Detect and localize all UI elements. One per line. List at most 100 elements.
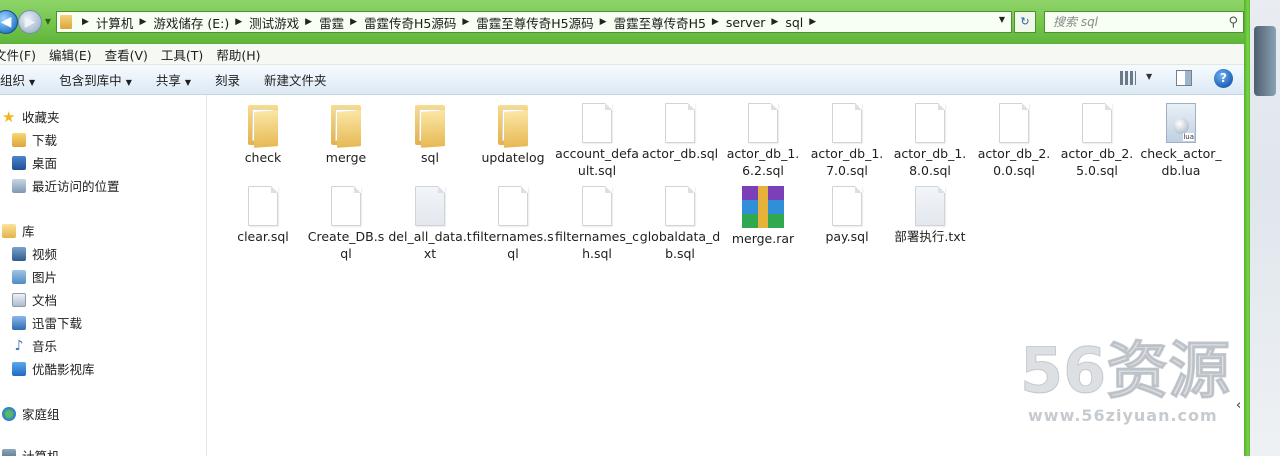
file-item[interactable]: filternames.sql [471, 186, 555, 262]
new-folder-button[interactable]: 新建文件夹 [264, 70, 327, 89]
file-name: actor_db_2.0.0.sql [977, 146, 1051, 178]
file-name: merge [325, 150, 367, 165]
address-history-dropdown[interactable]: ▼ [999, 15, 1005, 24]
breadcrumb-computer[interactable]: 计算机 ▶ [96, 13, 153, 32]
file-item[interactable]: updatelog [471, 103, 555, 166]
nav-homegroup[interactable]: 家庭组 [2, 404, 60, 423]
file-item[interactable]: actor_db_1.7.0.sql [805, 103, 889, 179]
thunder-download-icon [12, 315, 26, 330]
nav-computer[interactable]: 计算机 [2, 446, 60, 456]
document-library-icon [12, 292, 26, 307]
file-name: filternames.sql [472, 229, 554, 261]
sql-file-icon [665, 103, 695, 143]
file-item[interactable]: sql [388, 103, 472, 166]
back-button[interactable]: ◀ [0, 10, 18, 34]
desktop-icon [12, 155, 26, 170]
text-file-icon [415, 186, 445, 226]
file-item[interactable]: 部署执行.txt [888, 186, 972, 245]
nav-music[interactable]: ♪ 音乐 [12, 336, 57, 355]
file-item[interactable]: account_default.sql [555, 103, 639, 179]
file-item[interactable]: filternames_ch.sql [555, 186, 639, 262]
search-placeholder: 搜索 sql [1053, 15, 1099, 29]
address-bar[interactable]: ▶ 计算机 ▶ 游戏储存 (E:) ▶ 测试游戏 ▶ 雷霆 ▶ 雷霆传奇H5源码 ▶ 雷霆… [56, 11, 1012, 33]
organize-button[interactable]: 组织 ▼ [0, 70, 35, 89]
sql-file-icon [915, 103, 945, 143]
file-name: clear.sql [237, 229, 289, 244]
file-item[interactable]: actor_db_1.8.0.sql [888, 103, 972, 179]
view-options-dropdown[interactable]: ▼ [1146, 72, 1152, 81]
breadcrumb-separator[interactable]: ▶ [76, 17, 96, 27]
sql-file-icon [582, 186, 612, 226]
file-item[interactable]: clear.sql [221, 186, 305, 245]
taskbar-thumbnail [1254, 26, 1276, 96]
file-item[interactable]: Create_DB.sql [304, 186, 388, 262]
file-item[interactable]: actor_db_2.0.0.sql [972, 103, 1056, 179]
file-item[interactable]: globaldata_db.sql [638, 186, 722, 262]
menu-help[interactable]: 帮助(H) [216, 45, 260, 64]
forward-button[interactable]: ▶ [18, 10, 42, 34]
nav-favorites[interactable]: ★ 收藏夹 [2, 107, 60, 126]
search-input[interactable]: 搜索 sql ⚲ [1044, 11, 1244, 33]
sql-file-icon [582, 103, 612, 143]
preview-pane-icon[interactable] [1176, 70, 1192, 86]
menu-tools[interactable]: 工具(T) [161, 45, 203, 64]
command-bar: 组织 ▼ 包含到库中 ▼ 共享 ▼ 刻录 新建文件夹 ▼ ? [0, 65, 1250, 95]
help-icon[interactable]: ? [1214, 69, 1233, 88]
breadcrumb-server[interactable]: server ▶ [726, 15, 786, 30]
file-item[interactable]: actor_db_1.6.2.sql [721, 103, 805, 179]
menu-file[interactable]: 文件(F) [0, 45, 36, 64]
file-name: pay.sql [825, 229, 869, 244]
breadcrumb-h5-source[interactable]: 雷霆传奇H5源码 ▶ [364, 13, 476, 32]
star-icon: ★ [2, 107, 16, 126]
folder-icon [415, 103, 445, 148]
nav-downloads[interactable]: 下载 [12, 130, 57, 149]
view-options-icon[interactable] [1120, 71, 1136, 85]
breadcrumb-zhizun-source[interactable]: 雷霆至尊传奇H5源码 ▶ [476, 13, 613, 32]
include-in-library-button[interactable]: 包含到库中 ▼ [59, 70, 132, 89]
file-name: updatelog [481, 150, 545, 165]
nav-youku-library[interactable]: 优酷影视库 [12, 359, 95, 378]
burn-button[interactable]: 刻录 [215, 70, 240, 89]
nav-documents[interactable]: 文档 [12, 290, 57, 309]
menu-edit[interactable]: 编辑(E) [49, 45, 92, 64]
nav-libraries[interactable]: 库 [2, 221, 35, 240]
chevron-left-icon: ‹ [1236, 398, 1242, 413]
file-item[interactable]: merge [304, 103, 388, 166]
breadcrumb-test-games[interactable]: 测试游戏 ▶ [249, 13, 319, 32]
recent-pages-dropdown[interactable]: ▼ [42, 14, 54, 30]
file-name: 部署执行.txt [894, 229, 966, 244]
share-button[interactable]: 共享 ▼ [156, 70, 191, 89]
refresh-button[interactable]: ↻ [1014, 11, 1036, 33]
file-item[interactable]: merge.rar [721, 186, 805, 247]
file-name: actor_db_2.5.0.sql [1060, 146, 1134, 178]
file-item[interactable]: check [221, 103, 305, 166]
breadcrumb-sql[interactable]: sql ▶ [785, 15, 823, 30]
breadcrumb-drive[interactable]: 游戏储存 (E:) ▶ [153, 13, 249, 32]
breadcrumb-leiting[interactable]: 雷霆 ▶ [319, 13, 364, 32]
file-item[interactable]: del_all_data.txt [388, 186, 472, 262]
video-library-icon [12, 246, 26, 261]
file-name: check_actor_db.lua [1140, 146, 1222, 178]
search-icon[interactable]: ⚲ [1228, 13, 1238, 33]
file-name: sql [421, 150, 439, 165]
file-item[interactable]: actor_db_2.5.0.sql [1055, 103, 1139, 179]
nav-pictures[interactable]: 图片 [12, 267, 57, 286]
file-name: actor_db_1.8.0.sql [893, 146, 967, 178]
homegroup-icon [2, 406, 16, 421]
breadcrumb-zhizun-h5[interactable]: 雷霆至尊传奇H5 ▶ [614, 13, 726, 32]
nav-videos[interactable]: 视频 [12, 244, 57, 263]
nav-desktop[interactable]: 桌面 [12, 153, 57, 172]
music-note-icon: ♪ [14, 337, 24, 354]
folder-icon [60, 15, 72, 29]
nav-thunder-downloads[interactable]: 迅雷下载 [12, 313, 82, 332]
file-name: filternames_ch.sql [555, 229, 639, 261]
menu-view[interactable]: 查看(V) [105, 45, 148, 64]
chevron-down-icon: ▼ [125, 78, 132, 87]
file-name: check [244, 150, 282, 165]
file-name: actor_db_1.6.2.sql [726, 146, 800, 178]
folder-icon [498, 103, 528, 148]
file-item[interactable]: lua check_actor_db.lua [1139, 103, 1223, 179]
file-item[interactable]: pay.sql [805, 186, 889, 245]
nav-recent-places[interactable]: 最近访问的位置 [12, 176, 120, 195]
file-item[interactable]: actor_db.sql [638, 103, 722, 162]
